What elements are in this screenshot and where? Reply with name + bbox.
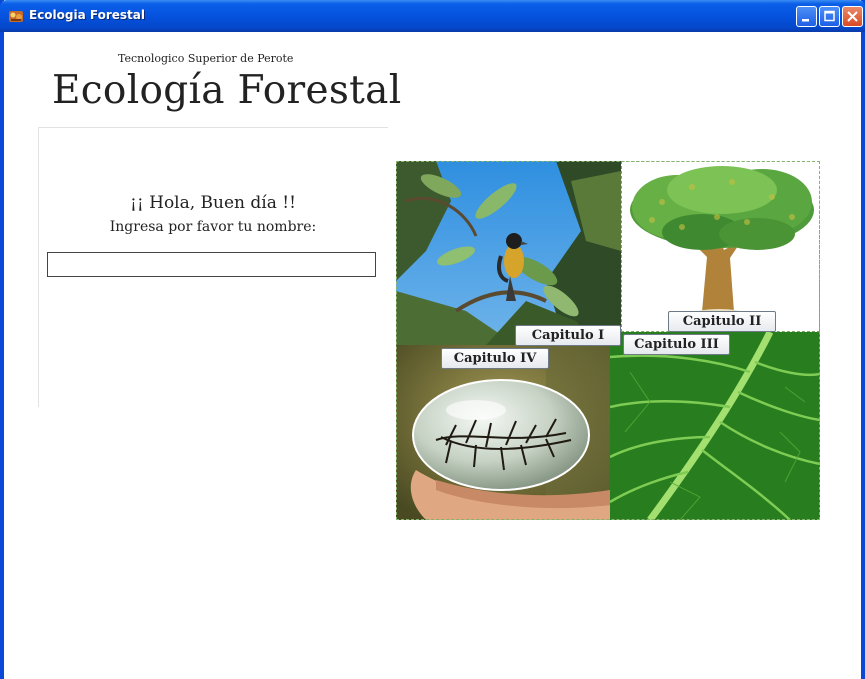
chapter-2-button[interactable]: Capitulo II (668, 311, 776, 332)
chapter-1-button[interactable]: Capitulo I (515, 325, 621, 346)
close-icon (847, 11, 858, 22)
leaf-image (610, 332, 820, 520)
chapter-4-image[interactable] (396, 345, 610, 520)
tree-image (630, 166, 814, 319)
institution-subtitle: Tecnologico Superior de Perote (118, 52, 294, 65)
chapter-2-image[interactable] (621, 161, 820, 332)
name-prompt-label: Ingresa por favor tu nombre: (109, 219, 317, 235)
chapter-3-button[interactable]: Capitulo III (623, 334, 730, 355)
close-button[interactable] (842, 6, 863, 27)
chapter-3-image[interactable] (610, 332, 820, 520)
divider-vertical (38, 127, 39, 407)
chapter-1-image[interactable] (396, 161, 621, 345)
divider-horizontal (38, 127, 388, 128)
minimize-icon (802, 19, 809, 22)
title-bar[interactable]: Ecologia Forestal (0, 0, 865, 32)
greeting-text: ¡¡ Hola, Buen día !! (130, 193, 296, 213)
page-title: Ecología Forestal (52, 68, 402, 113)
water-sphere-image (396, 345, 610, 520)
bird-image (396, 161, 621, 345)
chapter-4-button[interactable]: Capitulo IV (441, 348, 549, 369)
name-input[interactable] (47, 252, 376, 277)
app-icon (9, 11, 23, 22)
maximize-icon (824, 10, 835, 22)
maximize-button[interactable] (819, 6, 840, 27)
minimize-button[interactable] (796, 6, 817, 27)
window-title: Ecologia Forestal (29, 8, 145, 22)
